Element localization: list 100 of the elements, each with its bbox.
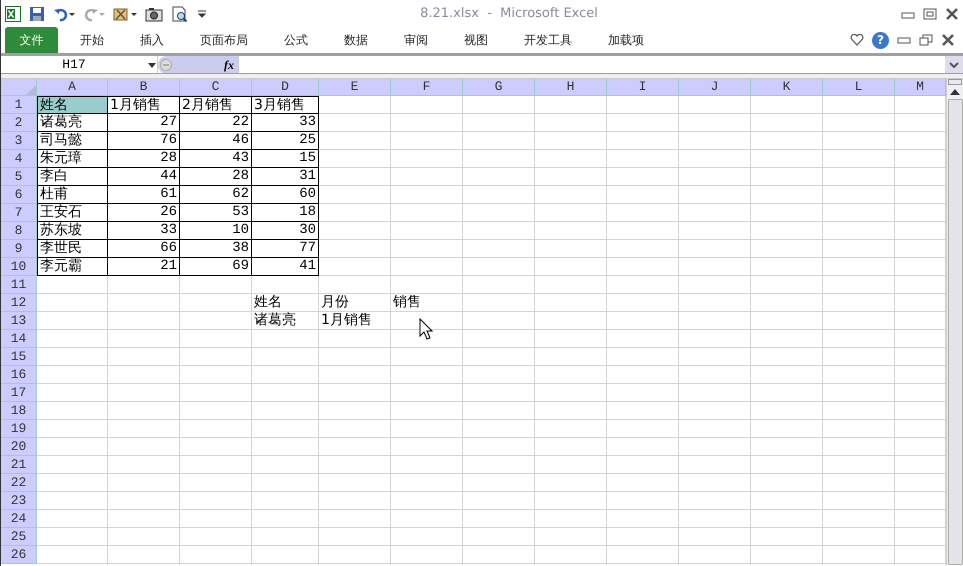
table-cell: 月份	[319, 294, 391, 312]
save-icon[interactable]	[29, 6, 45, 22]
column-header[interactable]: L	[823, 79, 895, 96]
window-title: 8.21.xlsx - Microsoft Excel	[419, 4, 599, 23]
table-cell: 王安石	[37, 204, 108, 222]
table-cell: 朱元璋	[37, 150, 108, 168]
row-header[interactable]: 5	[1, 168, 37, 186]
column-header[interactable]: I	[607, 79, 679, 96]
ribbon-tab[interactable]: 页面布局	[184, 27, 264, 53]
close-icon[interactable]	[941, 34, 955, 46]
table-cell: 33	[252, 114, 319, 132]
spreadsheet-app-icon[interactable]	[5, 6, 21, 22]
row-header[interactable]: 18	[1, 402, 37, 420]
table-cell: 77	[252, 240, 319, 258]
column-header[interactable]: E	[319, 79, 391, 96]
row-header[interactable]: 15	[1, 348, 37, 366]
table-cell: 3月销售	[252, 96, 319, 114]
table-cell: 38	[180, 240, 252, 258]
column-header[interactable]: J	[679, 79, 751, 96]
cancel-icon	[160, 58, 172, 70]
row-header[interactable]: 1	[1, 96, 37, 114]
column-header[interactable]: M	[895, 79, 946, 96]
ribbon-tab[interactable]: 加载项	[592, 27, 660, 53]
table-cell: 22	[180, 114, 252, 132]
row-header[interactable]: 25	[1, 528, 37, 546]
row-header[interactable]: 2	[1, 114, 37, 132]
heart-icon[interactable]	[850, 34, 864, 46]
ribbon-tab[interactable]: 审阅	[388, 27, 444, 53]
row-header[interactable]: 21	[1, 456, 37, 474]
table-cell: 司马懿	[37, 132, 108, 150]
ribbon-tab[interactable]: 开发工具	[508, 27, 588, 53]
row-header[interactable]: 10	[1, 258, 37, 276]
row-header[interactable]: 19	[1, 420, 37, 438]
table-cell: 41	[252, 258, 319, 276]
help-button[interactable]: ?	[872, 32, 889, 48]
maximize-icon[interactable]	[923, 8, 937, 20]
table-cell: 53	[180, 204, 252, 222]
table-cell: 43	[180, 150, 252, 168]
table-cell: 28	[108, 150, 180, 168]
row-header[interactable]: 14	[1, 330, 37, 348]
row-header[interactable]: 6	[1, 186, 37, 204]
column-header[interactable]: F	[391, 79, 463, 96]
column-header[interactable]: K	[751, 79, 823, 96]
worksheet-grid[interactable]	[1, 79, 946, 565]
row-header[interactable]: 13	[1, 312, 37, 330]
table-cell: 44	[108, 168, 180, 186]
expand-icon[interactable]	[949, 60, 959, 68]
table-cell: 60	[252, 186, 319, 204]
name-box-value: H17	[61, 56, 87, 73]
table-cell: 18	[252, 204, 319, 222]
table-cell: 杜甫	[37, 186, 108, 204]
row-header[interactable]: 26	[1, 546, 37, 564]
row-header[interactable]: 11	[1, 276, 37, 294]
row-header[interactable]: 12	[1, 294, 37, 312]
column-header[interactable]: B	[108, 79, 180, 96]
mouse-pointer-icon	[419, 318, 433, 340]
table-cell: 李元霸	[37, 258, 108, 276]
table-cell: 诸葛亮	[37, 114, 108, 132]
row-header[interactable]: 9	[1, 240, 37, 258]
file-tab[interactable]: 文件	[5, 27, 58, 53]
table-cell: 销售	[391, 294, 463, 312]
row-header[interactable]: 17	[1, 384, 37, 402]
table-cell: 28	[180, 168, 252, 186]
ribbon-tab[interactable]: 视图	[448, 27, 504, 53]
column-header[interactable]: D	[252, 79, 319, 96]
column-header[interactable]: A	[37, 79, 108, 96]
row-header[interactable]: 8	[1, 222, 37, 240]
tools-icon[interactable]	[113, 6, 137, 22]
table-cell: 27	[108, 114, 180, 132]
row-header[interactable]: 24	[1, 510, 37, 528]
table-cell: 61	[108, 186, 180, 204]
row-header[interactable]: 4	[1, 150, 37, 168]
column-header[interactable]: H	[535, 79, 607, 96]
ribbon-tab[interactable]: 插入	[124, 27, 180, 53]
restore-icon[interactable]	[919, 34, 933, 46]
row-header[interactable]: 22	[1, 474, 37, 492]
scrollbar-thumb[interactable]	[948, 99, 962, 565]
row-header[interactable]: 20	[1, 438, 37, 456]
column-header[interactable]: C	[180, 79, 252, 96]
table-cell: 21	[108, 258, 180, 276]
table-cell: 1月销售	[108, 96, 180, 114]
print-preview-icon[interactable]	[171, 6, 189, 22]
table-cell: 李白	[37, 168, 108, 186]
table-cell: 62	[180, 186, 252, 204]
ribbon-tab[interactable]: 数据	[328, 27, 384, 53]
table-cell: 1月销售	[319, 312, 391, 330]
table-cell: 31	[252, 168, 319, 186]
ribbon-tab[interactable]: 公式	[268, 27, 324, 53]
table-cell: 69	[180, 258, 252, 276]
row-header[interactable]: 16	[1, 366, 37, 384]
ribbon-tab[interactable]: 开始	[64, 27, 120, 53]
row-header[interactable]: 3	[1, 132, 37, 150]
row-header[interactable]: 7	[1, 204, 37, 222]
table-cell: 10	[180, 222, 252, 240]
table-cell: 30	[252, 222, 319, 240]
column-header[interactable]: G	[463, 79, 535, 96]
close-icon[interactable]	[945, 8, 959, 20]
insert-function-button[interactable]: fx	[224, 56, 234, 73]
row-header[interactable]: 23	[1, 492, 37, 510]
camera-icon[interactable]	[145, 6, 163, 22]
